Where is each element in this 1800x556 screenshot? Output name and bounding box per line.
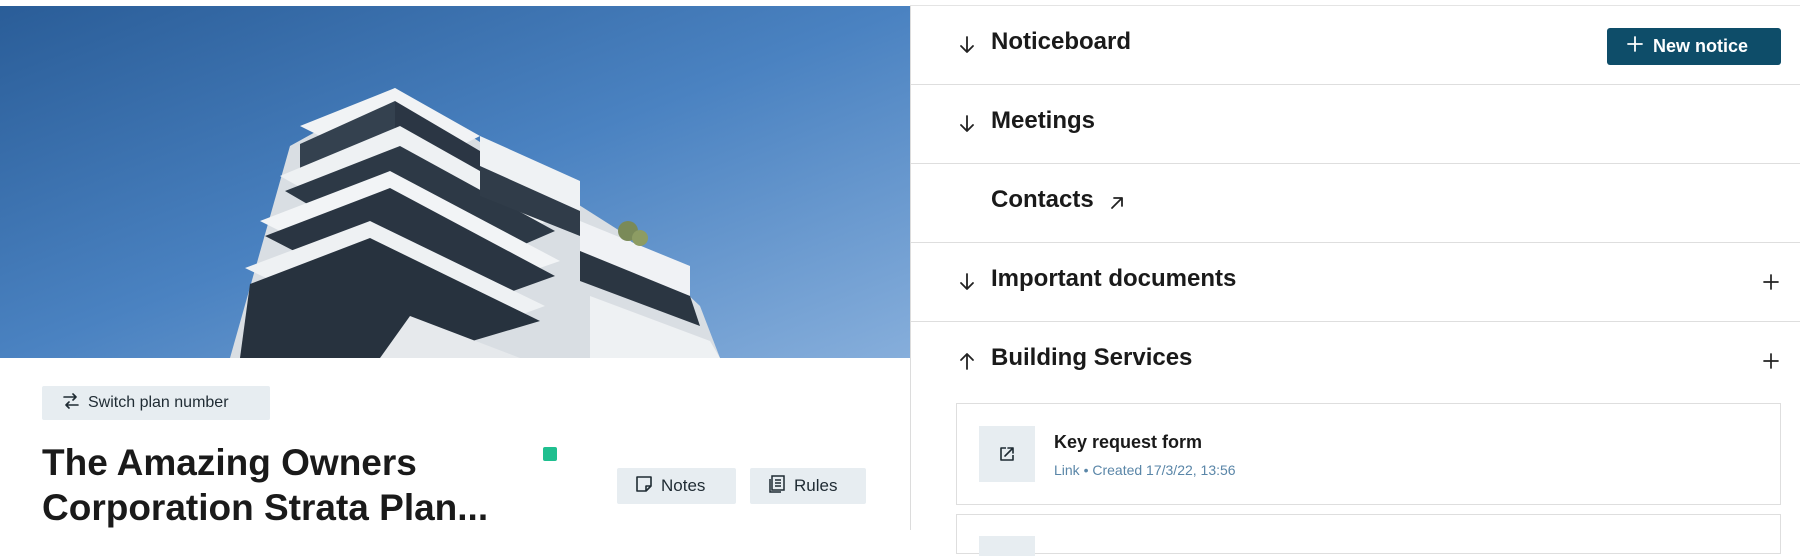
- service-item-key-request-form[interactable]: Key request form Link • Created 17/3/22,…: [956, 403, 1781, 505]
- service-icon-placeholder: [979, 536, 1035, 556]
- new-notice-label: New notice: [1653, 36, 1749, 56]
- add-service-plus-icon[interactable]: [1761, 351, 1781, 371]
- arrow-up-icon: [957, 350, 977, 372]
- documents-icon: [768, 474, 786, 498]
- section-title-noticeboard: Noticeboard: [991, 28, 1132, 55]
- plus-icon: [1627, 36, 1643, 57]
- section-title-contacts: Contacts: [991, 186, 1094, 213]
- plan-title: The Amazing Owners Corporation Strata Pl…: [42, 442, 489, 528]
- section-noticeboard[interactable]: Noticeboard New notice: [911, 6, 1800, 85]
- service-item-next[interactable]: [956, 514, 1781, 556]
- notes-label: Notes: [661, 476, 706, 495]
- arrow-down-icon: [957, 34, 977, 56]
- section-title-building-services: Building Services: [991, 344, 1193, 371]
- swap-arrows-icon: [62, 392, 80, 414]
- arrow-down-icon: [957, 271, 977, 293]
- arrow-up-right-icon: [1109, 195, 1125, 211]
- switch-plan-label: Switch plan number: [88, 394, 229, 411]
- section-meetings[interactable]: Meetings: [911, 85, 1800, 164]
- section-building-services[interactable]: Building Services: [911, 322, 1800, 401]
- add-document-plus-icon[interactable]: [1761, 272, 1781, 292]
- rules-button[interactable]: Rules: [750, 468, 866, 504]
- service-item-title: Key request form: [1054, 432, 1203, 452]
- section-important-documents[interactable]: Important documents: [911, 243, 1800, 322]
- building-hero-image: [0, 6, 910, 358]
- section-title-meetings: Meetings: [991, 107, 1096, 134]
- new-notice-button[interactable]: New notice: [1607, 28, 1781, 65]
- status-indicator: [543, 447, 557, 461]
- arrow-down-icon: [957, 113, 977, 135]
- note-icon: [635, 475, 653, 498]
- sections-panel: Noticeboard New notice Meetings Contacts…: [910, 6, 1800, 556]
- rules-label: Rules: [794, 476, 838, 495]
- external-link-icon: [979, 426, 1035, 482]
- section-contacts[interactable]: Contacts: [911, 164, 1800, 243]
- plan-overview-panel: Switch plan number The Amazing Owners Co…: [0, 0, 910, 530]
- section-title-important-documents: Important documents: [991, 265, 1237, 292]
- notes-button[interactable]: Notes: [617, 468, 736, 504]
- service-item-meta: Link • Created 17/3/22, 13:56: [1054, 462, 1236, 478]
- switch-plan-button[interactable]: Switch plan number: [42, 386, 270, 420]
